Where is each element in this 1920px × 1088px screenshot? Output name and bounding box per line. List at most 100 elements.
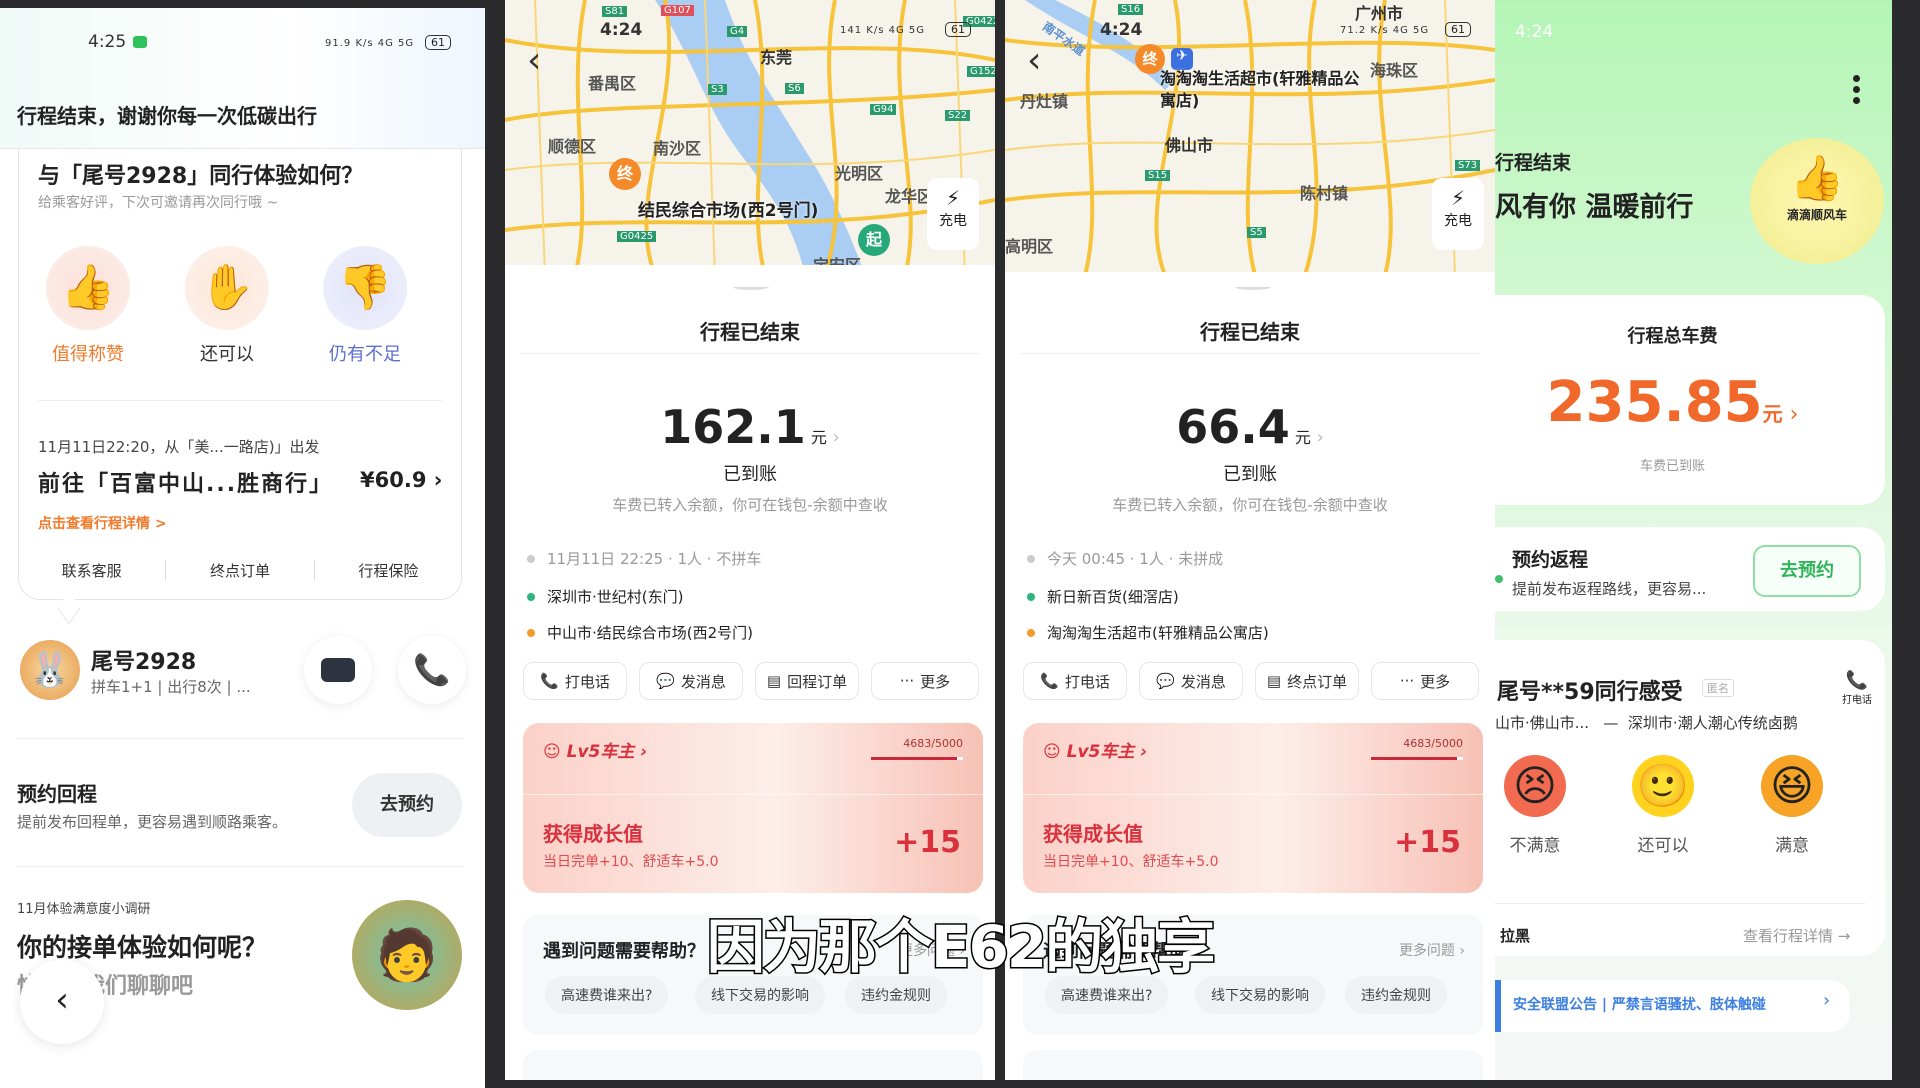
trip-origin: 新日新百货(细滘店) [1047, 588, 1179, 606]
trip-price[interactable]: ¥60.9 › [360, 468, 442, 492]
rating-label: 值得称赞 [52, 344, 124, 365]
thumbs-up-mascot-icon: 👍 [1789, 153, 1845, 204]
message-button[interactable]: 💬 发消息 [639, 662, 743, 700]
driver-level-card[interactable]: ☺ Lv5车主 › 4683/5000 获得成长值 当日完单+10、舒适车+5.… [523, 723, 983, 893]
fare-amount[interactable]: 66.4 元 › [1005, 400, 1495, 454]
driver-level-card[interactable]: ☺ Lv5车主 › 4683/5000 获得成长值 当日完单+10、舒适车+5.… [1023, 723, 1483, 893]
rating-satisfied-button[interactable]: 😆 满意 [1752, 755, 1832, 856]
chat-icon: 💬 [1156, 672, 1175, 690]
destination-label: 淘淘淘生活超市(轩雅精品公寓店) [1160, 69, 1360, 110]
sheet-handle[interactable] [733, 284, 769, 290]
level-name: ☺ Lv5车主 › [543, 742, 648, 762]
road-sign: S3 [708, 84, 727, 95]
passenger-avatar[interactable]: 🐰 [20, 640, 80, 700]
road-sign: S15 [1145, 170, 1171, 181]
more-options-button[interactable] [1853, 75, 1861, 104]
road-sign: S6 [785, 83, 804, 94]
end-order-button[interactable]: ▤ 终点订单 [1255, 662, 1359, 700]
phone-icon: 📞 [1040, 672, 1059, 690]
rating-praise-button[interactable]: 👍 值得称赞 [43, 246, 133, 366]
safety-notice-text: 安全联盟公告 | 严禁言语骚扰、肢体触碰 [1513, 997, 1766, 1013]
level-progress-bar [871, 757, 963, 760]
return-trip-subtitle: 提前发布返程路线，更容易... [1512, 580, 1707, 598]
map-label: 海珠区 [1370, 61, 1419, 80]
map-label: 佛山市 [1165, 136, 1214, 155]
rating-label: 还可以 [1637, 836, 1689, 856]
map-label: 高明区 [1005, 237, 1054, 256]
map-label: 顺德区 [548, 137, 597, 156]
navigation-icon: ✈ [1171, 48, 1193, 70]
angry-face-icon: 😣 [1504, 755, 1566, 817]
phone-icon: 📞 [1845, 670, 1869, 691]
rating-label: 满意 [1775, 836, 1809, 856]
return-trip-subtitle: 提前发布回程单，更容易遇到顺路乘客。 [17, 813, 288, 831]
map-label: 广州市 [1355, 4, 1404, 23]
message-button[interactable] [304, 636, 372, 704]
wechat-icon [133, 36, 147, 48]
rating-subtitle: 给乘客好评，下次可邀请再次同行哦 ~ [38, 195, 279, 211]
map-label: 番禺区 [588, 74, 637, 93]
feedback-title: 尾号**59同行感受 [1497, 680, 1683, 705]
rating-ok-button[interactable]: 🙂 还可以 [1623, 755, 1703, 856]
rating-ok-button[interactable]: ✋ 还可以 [182, 246, 272, 366]
trip-detail-link[interactable]: 点击查看行程详情 > [38, 513, 167, 533]
rating-label: 仍有不足 [329, 344, 401, 365]
thumbs-up-icon: 👍 [46, 246, 130, 330]
back-chevron-icon[interactable]: ‹ [1027, 40, 1041, 81]
charging-label: 充电 [1444, 213, 1472, 229]
growth-detail: 当日完单+10、舒适车+5.0 [543, 854, 719, 870]
message-button[interactable]: 💬 发消息 [1139, 662, 1243, 700]
charging-button[interactable]: ⚡ 充电 [1432, 178, 1484, 250]
call-button[interactable]: 📞 打电话 [1835, 670, 1879, 706]
amount-value: 162.1 [660, 400, 806, 454]
growth-detail: 当日完单+10、舒适车+5.0 [1043, 854, 1219, 870]
passenger-meta: 拼车1+1 | 出行8次 | ... [91, 678, 251, 696]
trip-destination: 中山市·结民综合市场(西2号门) [547, 624, 754, 642]
laugh-face-icon: 😆 [1761, 755, 1823, 817]
more-button[interactable]: ··· 更多 [1371, 662, 1479, 700]
fare-unit: 元 [1762, 402, 1783, 426]
thumbs-down-icon: 👎 [323, 246, 407, 330]
contact-support-link[interactable]: 联系客服 [18, 560, 167, 581]
fare-amount[interactable]: 162.1 元 › [505, 400, 995, 454]
fare-status: 车费已到账 [1639, 459, 1705, 474]
call-button[interactable]: 📞 打电话 [1023, 662, 1127, 700]
call-button[interactable]: 📞 打电话 [523, 662, 627, 700]
payment-note: 车费已转入余额，你可在钱包-余额中查收 [1112, 496, 1388, 514]
payment-status: 已到账 [723, 464, 777, 485]
sheet-handle[interactable] [1235, 284, 1271, 290]
phone-icon: 📞 [540, 672, 559, 690]
more-button[interactable]: ··· 更多 [871, 662, 979, 700]
growth-value: +15 [894, 825, 961, 860]
heading-big: 风有你 温暖前行 [1495, 192, 1694, 223]
call-button[interactable]: 📞 [398, 636, 466, 704]
route-to: 深圳市·潮人潮心传统卤鹅 [1627, 714, 1798, 732]
trip-destination: 淘淘淘生活超市(轩雅精品公寓店) [1047, 624, 1269, 642]
call-label: 打电话 [1842, 695, 1872, 706]
rating-unsatisfied-button[interactable]: 😣 不满意 [1495, 755, 1575, 856]
video-subtitle: 因为那个E62的独享 [705, 912, 1216, 983]
back-chevron-icon[interactable]: ‹ [527, 40, 541, 81]
level-progress-text: 4683/5000 [903, 737, 963, 750]
return-order-button[interactable]: ▤ 回程订单 [755, 662, 859, 700]
trip-insurance-link[interactable]: 行程保险 [315, 560, 462, 581]
reserve-return-button[interactable]: 去预约 [352, 773, 462, 837]
trip-origin: 深圳市·世纪村(东门) [547, 588, 684, 606]
reserve-return-button[interactable]: 去预约 [1753, 545, 1861, 597]
chevron-right-icon: › [1823, 990, 1831, 1011]
rating-label: 还可以 [200, 344, 254, 365]
end-order-link[interactable]: 终点订单 [166, 560, 315, 581]
network-status: 71.2 K/s 4G 5G [1340, 25, 1430, 36]
destination-label: 结民综合市场(西2号门) [638, 201, 819, 221]
map-label: 东莞 [760, 48, 793, 67]
rating-poor-button[interactable]: 👎 仍有不足 [320, 246, 410, 366]
sheet-title: 行程已结束 [700, 320, 800, 344]
charging-icon: ⚡ [1450, 186, 1466, 210]
fare-amount[interactable]: 235.85元 › [1495, 370, 1850, 435]
road-sign: S81 [602, 6, 628, 17]
charging-button[interactable]: ⚡ 充电 [927, 178, 979, 250]
more-dots-icon: ··· [899, 672, 915, 690]
level-name: ☺ Lv5车主 › [1043, 742, 1148, 762]
charging-icon: ⚡ [945, 186, 961, 210]
anonymous-badge: 匿名 [1702, 679, 1734, 697]
